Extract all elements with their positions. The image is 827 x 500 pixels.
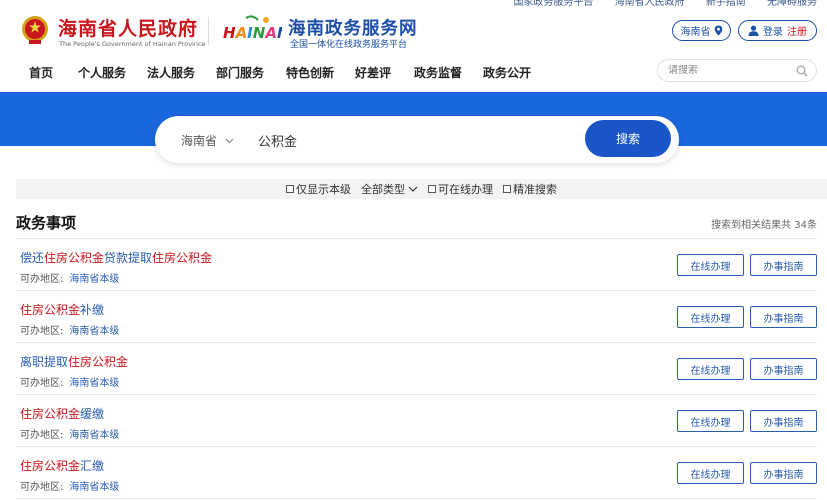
chevron-down-icon xyxy=(225,138,234,143)
service-guide-button[interactable]: 办事指南 xyxy=(750,462,817,484)
highlight-keyword: 住房公积金 xyxy=(68,355,129,369)
filter-online-available[interactable]: 可在线办理 xyxy=(428,181,493,197)
title-text: 缓缴 xyxy=(80,407,105,421)
gov-subtitle: The People's Government of Hainan Provin… xyxy=(59,40,206,48)
filter-type-dropdown[interactable]: 全部类型 xyxy=(361,181,418,197)
area-value: 海南省本级 xyxy=(69,274,120,285)
highlight-keyword: 住房公积金 xyxy=(44,251,105,265)
site-header: 海南省人民政府 The People's Government of Haina… xyxy=(0,0,827,56)
title-text: 补缴 xyxy=(80,303,105,317)
hainan-logo[interactable]: HAINAN xyxy=(222,14,282,48)
checkbox[interactable] xyxy=(428,185,436,193)
filter-label: 仅显示本级 xyxy=(296,183,351,196)
highlight-keyword: 住房公积金 xyxy=(20,407,81,421)
service-guide-button[interactable]: 办事指南 xyxy=(750,306,817,328)
area-label: 可办地区: xyxy=(20,482,64,493)
main-search-bar: 海南省 搜索 xyxy=(155,116,679,163)
result-area: 可办地区: 海南省本级 xyxy=(20,322,119,337)
search-region-dropdown[interactable]: 海南省 xyxy=(181,132,234,149)
checkbox[interactable] xyxy=(503,185,511,193)
svg-text:HAINAN: HAINAN xyxy=(223,24,282,42)
nav-item-rating[interactable]: 好差评 xyxy=(355,64,391,81)
location-pin-icon xyxy=(714,25,722,36)
area-label: 可办地区: xyxy=(20,378,64,389)
result-area: 可办地区: 海南省本级 xyxy=(20,478,119,493)
area-label: 可办地区: xyxy=(20,430,64,441)
filter-exact-search[interactable]: 精准搜索 xyxy=(503,181,557,197)
main-search-input[interactable] xyxy=(258,128,568,152)
register-link[interactable]: 注册 xyxy=(787,23,807,38)
result-count: 搜索到相关结果共 34条 xyxy=(711,220,817,231)
online-handle-button[interactable]: 在线办理 xyxy=(677,462,744,484)
online-handle-button[interactable]: 在线办理 xyxy=(677,306,744,328)
online-handle-button[interactable]: 在线办理 xyxy=(677,254,744,276)
nav-search-input[interactable] xyxy=(668,65,796,76)
filter-label: 全部类型 xyxy=(361,183,405,196)
result-title-link[interactable]: 偿还住房公积金贷款提取住房公积金 xyxy=(20,249,212,266)
filter-label: 精准搜索 xyxy=(513,183,557,196)
nav-item-department[interactable]: 部门服务 xyxy=(216,64,264,81)
service-guide-button[interactable]: 办事指南 xyxy=(750,254,817,276)
online-handle-button[interactable]: 在线办理 xyxy=(677,410,744,432)
user-icon xyxy=(748,25,759,36)
login-link[interactable]: 登录 xyxy=(763,23,783,38)
service-subtitle: 全国一体化在线政务服务平台 xyxy=(290,40,408,50)
nav-item-supervision[interactable]: 政务监督 xyxy=(414,64,462,81)
highlight-keyword: 住房公积金 xyxy=(152,251,213,265)
nav-item-featured[interactable]: 特色创新 xyxy=(286,64,334,81)
highlight-keyword: 住房公积金 xyxy=(20,459,81,473)
search-region-label: 海南省 xyxy=(181,134,218,148)
result-area: 可办地区: 海南省本级 xyxy=(20,270,119,285)
nav-item-home[interactable]: 首页 xyxy=(29,64,53,81)
filter-bar: 仅显示本级 全部类型 可在线办理 精准搜索 xyxy=(16,179,827,199)
search-button[interactable]: 搜索 xyxy=(585,120,671,157)
table-row: 住房公积金汇缴可办地区: 海南省本级 在线办理 办事指南 xyxy=(16,447,817,499)
result-title-link[interactable]: 住房公积金缓缴 xyxy=(20,405,104,422)
nav-item-legal[interactable]: 法人服务 xyxy=(147,64,195,81)
table-row: 住房公积金补缴可办地区: 海南省本级 在线办理 办事指南 xyxy=(16,291,817,343)
title-text: 贷款提取 xyxy=(104,251,153,265)
service-guide-button[interactable]: 办事指南 xyxy=(750,358,817,380)
nav-item-disclosure[interactable]: 政务公开 xyxy=(483,64,531,81)
checkbox[interactable] xyxy=(286,185,294,193)
gov-title[interactable]: 海南省人民政府 xyxy=(58,14,198,41)
region-selector-button[interactable]: 海南省 xyxy=(672,20,731,41)
table-row: 偿还住房公积金贷款提取住房公积金 可办地区: 海南省本级 在线办理 办事指南 xyxy=(16,239,817,291)
result-title-link[interactable]: 住房公积金补缴 xyxy=(20,301,104,318)
result-area: 可办地区: 海南省本级 xyxy=(20,426,119,441)
result-area: 可办地区: 海南省本级 xyxy=(20,374,119,389)
national-emblem-icon xyxy=(22,16,48,44)
result-title-link[interactable]: 住房公积金汇缴 xyxy=(20,457,104,474)
table-row: 离职提取住房公积金 可办地区: 海南省本级 在线办理 办事指南 xyxy=(16,343,817,395)
nav-search-box xyxy=(657,59,817,82)
title-text: 汇缴 xyxy=(80,459,105,473)
result-title-link[interactable]: 离职提取住房公积金 xyxy=(20,353,128,370)
online-handle-button[interactable]: 在线办理 xyxy=(677,358,744,380)
area-value: 海南省本级 xyxy=(69,378,120,389)
login-register-group: 登录 注册 xyxy=(738,20,817,41)
table-row: 住房公积金缓缴可办地区: 海南省本级 在线办理 办事指南 xyxy=(16,395,817,447)
area-value: 海南省本级 xyxy=(69,430,120,441)
area-value: 海南省本级 xyxy=(69,482,120,493)
search-icon[interactable] xyxy=(796,65,808,77)
region-label: 海南省 xyxy=(680,27,711,38)
highlight-keyword: 住房公积金 xyxy=(20,303,81,317)
title-text: 离职提取 xyxy=(20,355,69,369)
filter-only-this-level[interactable]: 仅显示本级 xyxy=(286,181,351,197)
chevron-down-icon xyxy=(408,186,418,192)
filter-label: 可在线办理 xyxy=(438,183,493,196)
area-value: 海南省本级 xyxy=(69,326,120,337)
nav-item-personal[interactable]: 个人服务 xyxy=(78,64,126,81)
area-label: 可办地区: xyxy=(20,326,64,337)
area-label: 可办地区: xyxy=(20,274,64,285)
section-title: 政务事项 xyxy=(16,214,77,232)
title-text: 偿还 xyxy=(20,251,45,265)
header-divider xyxy=(208,17,209,45)
service-guide-button[interactable]: 办事指南 xyxy=(750,410,817,432)
